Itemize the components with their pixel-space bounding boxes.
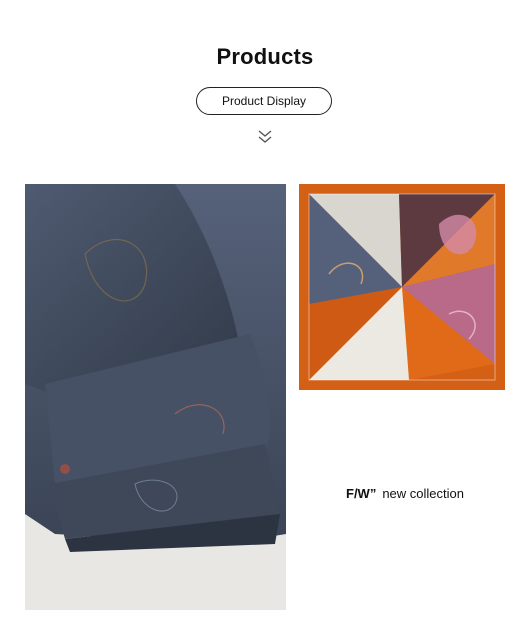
product-display-button[interactable]: Product Display xyxy=(196,87,332,115)
collection-caption: F/W” new collection xyxy=(300,486,510,501)
collection-label: new collection xyxy=(382,486,464,501)
folded-fabric-photo xyxy=(25,184,286,610)
double-chevron-down-icon xyxy=(258,130,272,143)
fabric-swatches-photo xyxy=(299,184,505,390)
page-title: Products xyxy=(216,44,314,69)
season-label: F/W” xyxy=(346,486,377,501)
